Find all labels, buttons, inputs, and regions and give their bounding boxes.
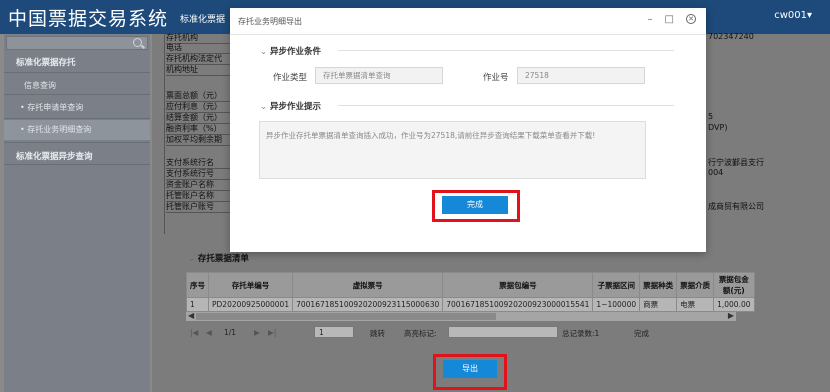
pager-status: 完成 (634, 329, 649, 338)
sidebar-divider (4, 72, 150, 73)
table-cell: 1~100000 (592, 297, 641, 312)
column-header: 子票据区间 (592, 272, 641, 298)
detail-value: 成商贸有限公司 (708, 202, 764, 211)
total-records: 总记录数:1 (562, 329, 600, 338)
minimize-icon[interactable]: – (648, 14, 653, 25)
modal-title: 存托业务明细导出 (238, 17, 302, 26)
result-message: 异步作业存托单票据清单查询插入成功，作业号为27518,请前往异步查询结果下载菜… (259, 121, 646, 179)
job-type-label: 作业类型 (273, 73, 308, 83)
close-icon[interactable]: ✕ (686, 14, 696, 24)
column-header: 存托单编号 (207, 272, 294, 298)
sidebar-group-custody[interactable]: 标准化票据存托 (4, 56, 150, 68)
column-header: 票据种类 (639, 272, 678, 298)
table-cell: PD20200925000001 (207, 297, 294, 312)
detail-label: 机构地址 (166, 64, 236, 76)
chevron-down-icon: ⌄ (260, 102, 268, 112)
horizontal-scrollbar[interactable]: ◀ ▶ (186, 311, 736, 321)
table-row[interactable]: 1 PD20200925000001 700167185100920200923… (186, 297, 755, 312)
page-number-input[interactable]: 1 (314, 326, 354, 338)
table-cell: 商票 (639, 297, 678, 312)
sidebar-item-detail-query[interactable]: • 存托业务明细查询 (4, 120, 150, 140)
section-job-conditions[interactable]: ⌄ 异步作业条件 (260, 45, 321, 57)
table-cell: 700167185100920200923000015541 (442, 297, 594, 312)
section-label: 异步作业提示 (270, 102, 322, 112)
scroll-thumb[interactable] (196, 313, 496, 320)
detail-label: 托管账户账号 (166, 201, 236, 213)
highlight-input[interactable] (448, 326, 558, 338)
detail-value: DVP) (708, 123, 728, 132)
page-number-value: 1 (319, 328, 324, 337)
highlight-label: 高亮标记: (404, 329, 437, 338)
column-header: 票据包金额(元) (713, 272, 755, 298)
section-job-tips[interactable]: ⌄ 异步作业提示 (260, 100, 321, 112)
sidebar-divider (4, 118, 150, 119)
detail-value: 5 (708, 112, 714, 121)
job-type-field[interactable]: 存托单票据清单查询 (315, 67, 443, 84)
table-title-text: 存托票据清单 (197, 254, 249, 264)
pagination: |◀ ◀ 1/1 ▶ ▶| 1 跳转 高亮标记: 总记录数:1 完成 (186, 326, 736, 340)
column-header: 票据介质 (676, 272, 715, 298)
table-cell: 电票 (676, 297, 715, 312)
prev-page-icon[interactable]: ◀ (206, 328, 212, 337)
user-menu[interactable]: cw001▾ (774, 10, 812, 21)
detail-label: 加权平均剩余期 (166, 134, 236, 146)
chevron-down-icon: ⌄ (188, 254, 198, 264)
sidebar-item-application-query[interactable]: • 存托申请单查询 (4, 102, 150, 113)
column-header: 序号 (186, 272, 209, 298)
highlight-box (432, 190, 520, 222)
detail-value: 702347240 (708, 32, 754, 41)
detail-value: 004 (708, 168, 724, 177)
table-header-row: 序号 存托单编号 虚拟票号 票据包编号 子票据区间 票据种类 票据介质 票据包金… (186, 272, 755, 298)
chevron-down-icon: ⌄ (260, 47, 268, 57)
table-cell: 1,000.00 (713, 297, 755, 312)
sidebar-item-info-query[interactable]: 信息查询 (4, 80, 150, 91)
sidebar-group-async-query[interactable]: 标准化票据异步查询 (4, 150, 150, 162)
section-rule (338, 50, 674, 51)
section-label: 异步作业条件 (270, 47, 322, 57)
search-icon[interactable] (133, 38, 142, 47)
section-rule (338, 105, 674, 106)
custody-bill-table: 序号 存托单编号 虚拟票号 票据包编号 子票据区间 票据种类 票据介质 票据包金… (186, 272, 755, 312)
jump-button[interactable]: 跳转 (370, 328, 385, 339)
table-cell: 700167185100920200923115000630 (292, 297, 444, 312)
modal-divider (230, 34, 706, 35)
column-header: 票据包编号 (442, 272, 594, 298)
sidebar: 标准化票据存托 信息查询 • 存托申请单查询 • 存托业务明细查询 标准化票据异… (4, 34, 150, 392)
scroll-left-icon[interactable]: ◀ (188, 311, 194, 320)
top-nav-item[interactable]: 标准化票据 (180, 12, 225, 25)
sidebar-divider (4, 94, 150, 95)
first-page-icon[interactable]: |◀ (190, 328, 198, 337)
next-page-icon[interactable]: ▶ (254, 328, 260, 337)
export-modal: 存托业务明细导出 – □ ✕ ⌄ 异步作业条件 作业类型 存托单票据清单查询 作业… (230, 8, 706, 252)
sidebar-divider (4, 142, 150, 143)
job-no-label: 作业号 (483, 73, 509, 83)
detail-value: 行宁波鄞县支行 (708, 158, 764, 167)
maximize-icon[interactable]: □ (665, 14, 674, 25)
sidebar-divider (4, 164, 150, 165)
column-header: 虚拟票号 (292, 272, 444, 298)
sidebar-search-input[interactable] (6, 36, 148, 50)
highlight-box (433, 354, 507, 390)
page-indicator: 1/1 (224, 328, 237, 337)
scroll-right-icon[interactable]: ▶ (728, 311, 734, 320)
table-title: ⌄ 存托票据清单 (188, 252, 249, 264)
table-cell: 1 (186, 297, 209, 312)
app-title: 中国票据交易系统 (8, 8, 169, 30)
job-no-field[interactable]: 27518 (517, 67, 645, 84)
last-page-icon[interactable]: ▶| (268, 328, 276, 337)
window-controls: – □ ✕ (648, 14, 696, 25)
